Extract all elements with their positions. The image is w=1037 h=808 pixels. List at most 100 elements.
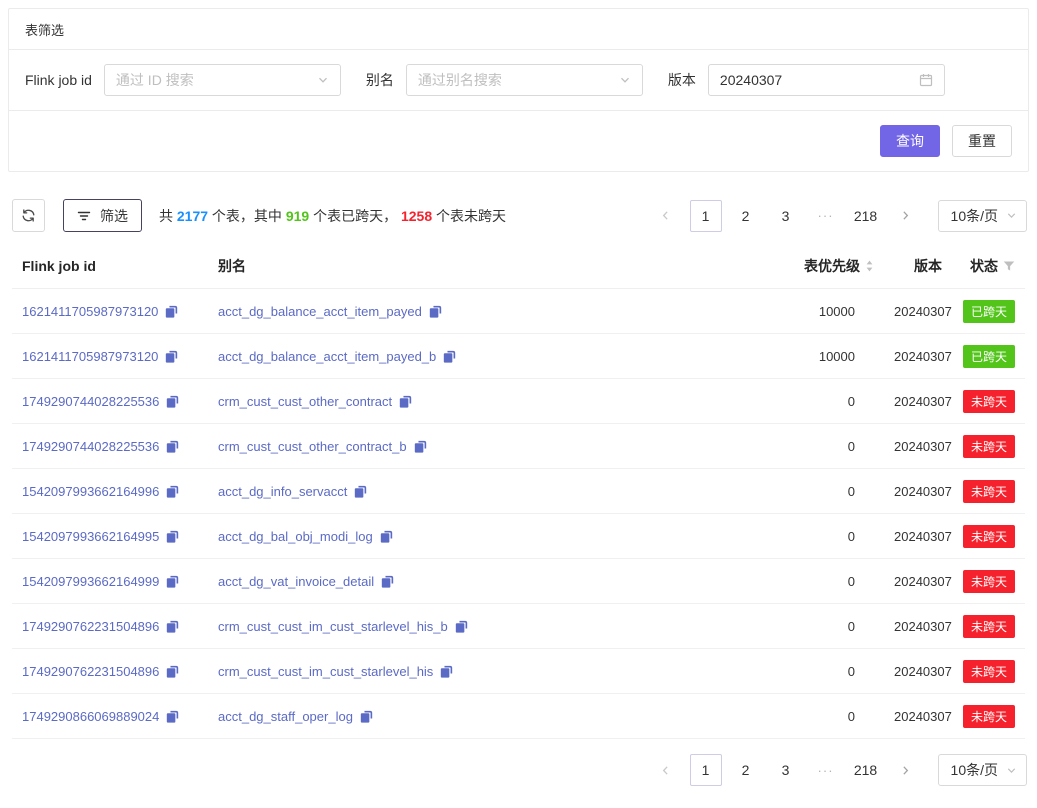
- alias-link[interactable]: crm_cust_cust_im_cust_starlevel_his: [218, 664, 433, 679]
- copy-icon[interactable]: [429, 305, 442, 318]
- copy-icon[interactable]: [360, 710, 373, 723]
- copy-icon[interactable]: [166, 440, 179, 453]
- chevron-left-icon: [660, 210, 671, 221]
- copy-icon[interactable]: [455, 620, 468, 633]
- version-cell: 20240307: [884, 514, 952, 559]
- query-button[interactable]: 查询: [880, 125, 940, 157]
- alias-link[interactable]: acct_dg_vat_invoice_detail: [218, 574, 374, 589]
- table-row: 1749290744028225536 crm_cust_cust_other_…: [12, 424, 1025, 469]
- filter-funnel-icon[interactable]: [1003, 260, 1015, 272]
- page-button-1[interactable]: 1: [690, 754, 722, 786]
- pagination-top: 1 2 3 ··· 218 10条/页: [646, 200, 1027, 232]
- flink-job-id-link[interactable]: 1621411705987973120: [22, 349, 158, 364]
- status-badge: 未跨天: [963, 615, 1015, 638]
- priority-cell: 0: [706, 514, 884, 559]
- filter-toggle-label: 筛选: [100, 206, 128, 226]
- status-badge: 已跨天: [963, 300, 1015, 323]
- page-size-select[interactable]: 10条/页: [938, 200, 1027, 232]
- version-cell: 20240307: [884, 694, 952, 739]
- copy-icon[interactable]: [354, 485, 367, 498]
- alias-field: 别名 通过别名搜索: [366, 64, 643, 96]
- priority-cell: 0: [706, 379, 884, 424]
- copy-icon[interactable]: [414, 440, 427, 453]
- copy-icon[interactable]: [380, 530, 393, 543]
- copy-icon[interactable]: [166, 620, 179, 633]
- status-badge: 未跨天: [963, 705, 1015, 728]
- page-button-last[interactable]: 218: [850, 754, 882, 786]
- flink-job-id-link[interactable]: 1542097993662164996: [22, 484, 159, 499]
- flink-job-id-link[interactable]: 1542097993662164995: [22, 529, 159, 544]
- summary-text: 共: [159, 208, 177, 224]
- version-cell: 20240307: [884, 649, 952, 694]
- filter-lines-icon: [77, 209, 91, 223]
- flink-job-id-link[interactable]: 1749290744028225536: [22, 439, 159, 454]
- flink-job-id-link[interactable]: 1542097993662164999: [22, 574, 159, 589]
- alias-link[interactable]: crm_cust_cust_other_contract_b: [218, 439, 407, 454]
- filter-toggle-button[interactable]: 筛选: [63, 199, 142, 232]
- flink-job-id-select[interactable]: 通过 ID 搜索: [104, 64, 341, 96]
- copy-icon[interactable]: [165, 305, 178, 318]
- copy-icon[interactable]: [165, 350, 178, 363]
- page-ellipsis[interactable]: ···: [810, 200, 842, 232]
- copy-icon[interactable]: [443, 350, 456, 363]
- copy-icon[interactable]: [166, 575, 179, 588]
- version-cell: 20240307: [884, 424, 952, 469]
- copy-icon[interactable]: [166, 395, 179, 408]
- priority-cell: 0: [706, 559, 884, 604]
- alias-link[interactable]: crm_cust_cust_other_contract: [218, 394, 392, 409]
- table-row: 1749290762231504896 crm_cust_cust_im_cus…: [12, 604, 1025, 649]
- table-row: 1542097993662164995 acct_dg_bal_obj_modi…: [12, 514, 1025, 559]
- page-button-1[interactable]: 1: [690, 200, 722, 232]
- prev-page-button[interactable]: [650, 200, 682, 232]
- calendar-icon: [919, 73, 933, 87]
- page-button-3[interactable]: 3: [770, 200, 802, 232]
- version-label: 版本: [668, 70, 696, 90]
- flink-job-id-link[interactable]: 1621411705987973120: [22, 304, 158, 319]
- copy-icon[interactable]: [166, 530, 179, 543]
- copy-icon[interactable]: [381, 575, 394, 588]
- version-date-input[interactable]: 20240307: [708, 64, 945, 96]
- refresh-icon: [21, 208, 36, 223]
- page-button-2[interactable]: 2: [730, 754, 762, 786]
- copy-icon[interactable]: [166, 710, 179, 723]
- alias-link[interactable]: crm_cust_cust_im_cust_starlevel_his_b: [218, 619, 448, 634]
- table-header-row: Flink job id 别名 表优先级 版本 状态: [12, 244, 1025, 289]
- flink-job-id-link[interactable]: 1749290744028225536: [22, 394, 159, 409]
- alias-link[interactable]: acct_dg_bal_obj_modi_log: [218, 529, 373, 544]
- next-page-button[interactable]: [890, 754, 922, 786]
- alias-link[interactable]: acct_dg_balance_acct_item_payed: [218, 304, 422, 319]
- table-row: 1542097993662164999 acct_dg_vat_invoice_…: [12, 559, 1025, 604]
- alias-link[interactable]: acct_dg_balance_acct_item_payed_b: [218, 349, 436, 364]
- next-page-button[interactable]: [890, 200, 922, 232]
- priority-header-label: 表优先级: [804, 256, 860, 276]
- column-header-priority[interactable]: 表优先级: [706, 244, 884, 289]
- alias-link[interactable]: acct_dg_staff_oper_log: [218, 709, 353, 724]
- prev-page-button[interactable]: [650, 754, 682, 786]
- alias-link[interactable]: acct_dg_info_servacct: [218, 484, 347, 499]
- page-size-select[interactable]: 10条/页: [938, 754, 1027, 786]
- summary-text: 个表，其中: [208, 208, 286, 224]
- flink-job-id-link[interactable]: 1749290762231504896: [22, 619, 159, 634]
- copy-icon[interactable]: [440, 665, 453, 678]
- priority-cell: 0: [706, 469, 884, 514]
- version-cell: 20240307: [884, 469, 952, 514]
- page-ellipsis[interactable]: ···: [810, 754, 842, 786]
- table-toolbar: 筛选 共 2177 个表，其中 919 个表已跨天， 1258 个表未跨天 1 …: [12, 199, 1027, 232]
- page-button-3[interactable]: 3: [770, 754, 802, 786]
- filter-card-title: 表筛选: [9, 9, 1028, 50]
- status-badge: 已跨天: [963, 345, 1015, 368]
- refresh-button[interactable]: [12, 199, 45, 232]
- copy-icon[interactable]: [399, 395, 412, 408]
- column-header-alias: 别名: [208, 244, 706, 289]
- filter-actions-row: 查询 重置: [9, 111, 1028, 171]
- flink-job-id-link[interactable]: 1749290866069889024: [22, 709, 159, 724]
- alias-select[interactable]: 通过别名搜索: [406, 64, 643, 96]
- sort-carets-icon[interactable]: [865, 259, 874, 273]
- reset-button[interactable]: 重置: [952, 125, 1012, 157]
- copy-icon[interactable]: [166, 665, 179, 678]
- flink-job-id-link[interactable]: 1749290762231504896: [22, 664, 159, 679]
- page-button-2[interactable]: 2: [730, 200, 762, 232]
- copy-icon[interactable]: [166, 485, 179, 498]
- page-button-last[interactable]: 218: [850, 200, 882, 232]
- priority-cell: 0: [706, 649, 884, 694]
